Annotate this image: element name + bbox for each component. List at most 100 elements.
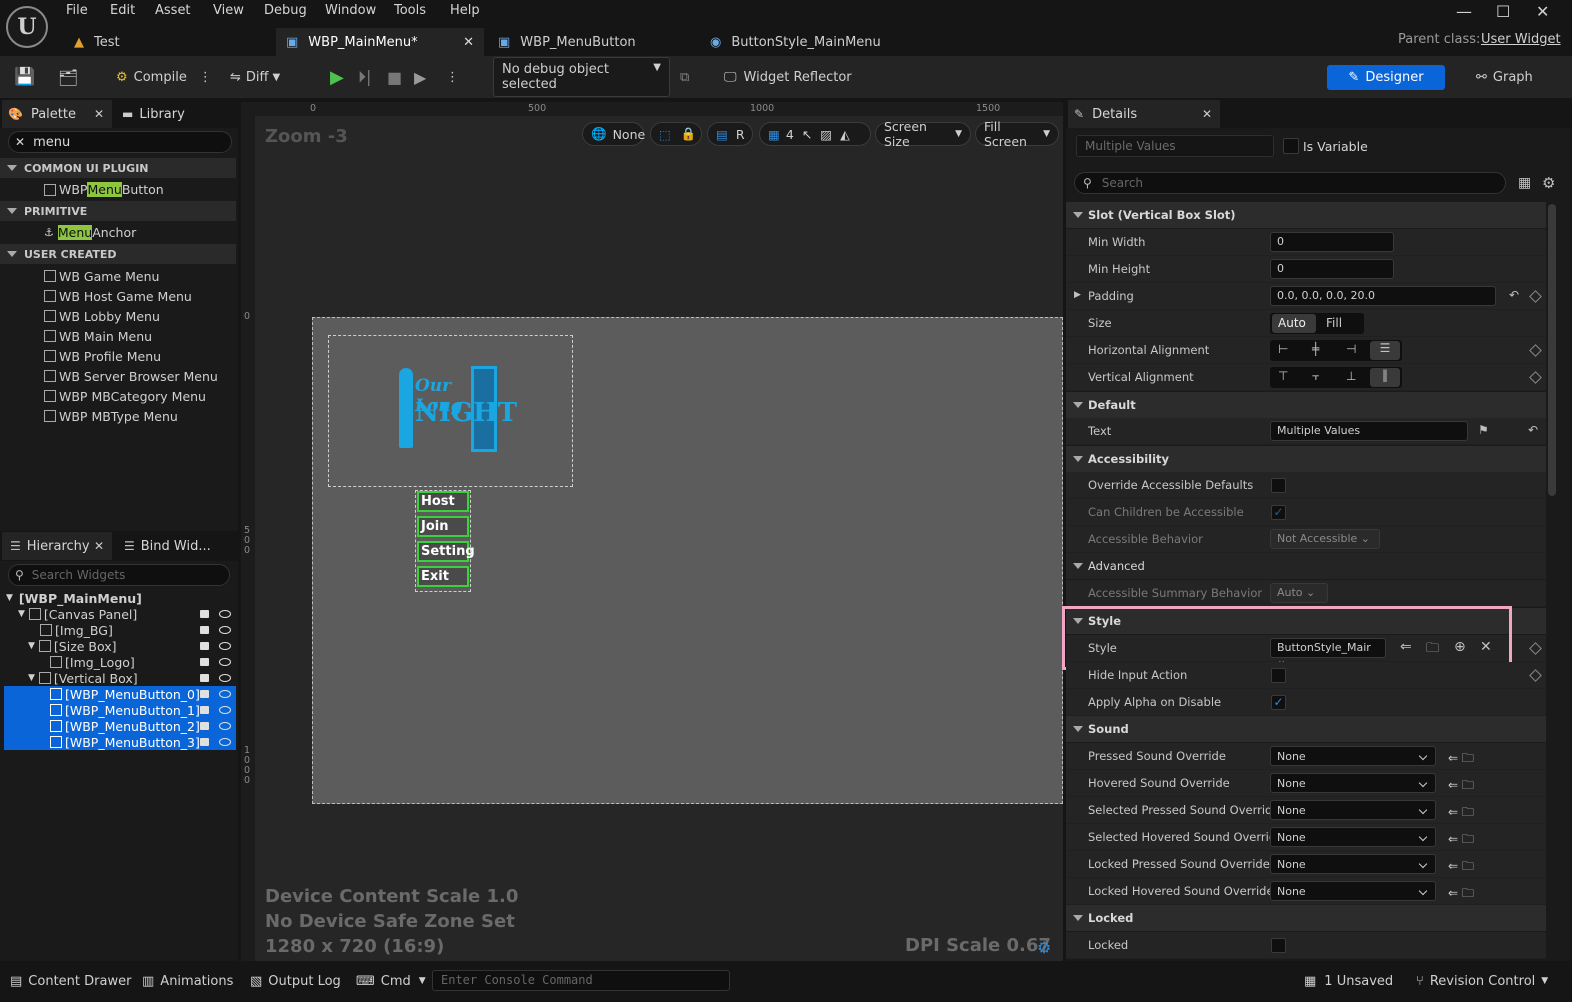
respect-locks-button[interactable]: ▤ R	[707, 122, 753, 146]
tab-palette[interactable]: 🎨 Palette ✕	[2, 100, 112, 128]
browse-icon[interactable]: 🗂	[58, 56, 78, 98]
more-options-icon[interactable]: ⋮	[199, 70, 212, 85]
category-locked[interactable]: Locked	[1066, 905, 1546, 931]
tree-item-vertical-box[interactable]: ▼ [Vertical Box]	[28, 670, 138, 686]
tab-wbp-mainmenu[interactable]: ▣ WBP_MainMenu* ✕	[276, 28, 484, 56]
menu-button-exit[interactable]: Exit	[417, 566, 469, 587]
fill-screen-dropdown[interactable]: Fill Screen ▼	[975, 119, 1059, 149]
align-top-icon[interactable]: ⊤	[1278, 369, 1288, 383]
eye-icon[interactable]	[219, 738, 231, 746]
align-bottom-icon[interactable]: ⊥	[1346, 369, 1356, 383]
debug-filter-icon[interactable]: ⧉	[680, 56, 689, 98]
padding-input[interactable]: 0.0, 0.0, 0.0, 20.0	[1270, 286, 1496, 306]
table-view-icon[interactable]: ▦	[1518, 175, 1531, 191]
palette-item-menu-anchor[interactable]: ⚓ Menu Anchor	[0, 221, 236, 244]
menu-file[interactable]: File	[66, 3, 88, 18]
tree-item-img-logo[interactable]: [Img_Logo]	[50, 654, 135, 670]
sound-dropdown[interactable]: None	[1270, 827, 1436, 847]
eye-icon[interactable]	[219, 674, 231, 682]
sound-asset-actions[interactable]: ⇐ 🗀	[1448, 803, 1474, 824]
tree-item-menubutton-2[interactable]: [WBP_MenuButton_2]	[50, 718, 200, 734]
lock-icon[interactable]	[200, 626, 209, 634]
locale-button[interactable]: 🌐 None	[582, 122, 645, 146]
close-tab-icon[interactable]: ✕	[463, 35, 474, 50]
category-accessibility[interactable]: Accessibility	[1066, 446, 1546, 472]
sound-dropdown[interactable]: None	[1270, 746, 1436, 766]
close-tab-icon[interactable]: ✕	[1202, 107, 1212, 121]
graph-button[interactable]: ⚯ Graph	[1476, 56, 1533, 98]
menu-button-join[interactable]: Join	[417, 516, 469, 537]
debug-object-dropdown[interactable]: No debug object selected ▼	[493, 56, 670, 98]
eye-icon[interactable]	[219, 642, 231, 650]
tree-item-size-box[interactable]: ▼ [Size Box]	[28, 638, 117, 654]
sound-dropdown[interactable]: None	[1270, 773, 1436, 793]
widget-reflector-button[interactable]: 🖵 Widget Reflector	[724, 56, 852, 98]
override-accessible-checkbox[interactable]	[1271, 478, 1286, 493]
step-icon[interactable]: ⏵|	[358, 56, 371, 98]
accessible-behavior-dropdown[interactable]: Not Accessible ⌄	[1270, 529, 1380, 549]
lock-icon[interactable]	[200, 722, 209, 730]
palette-item-wb-host-game-menu[interactable]: WB Host Game Menu	[0, 286, 236, 306]
settings-gear-icon[interactable]: ⚙	[1037, 938, 1051, 957]
palette-search-input[interactable]: ✕ menu	[8, 131, 232, 153]
grid-snap-button[interactable]: ▦ 4 ↖ ▨ ◭	[759, 122, 871, 146]
animations-button[interactable]: ▥ Animations	[142, 969, 233, 993]
details-search-input[interactable]: ⚲ Search	[1074, 172, 1506, 194]
menu-button-setting[interactable]: Setting	[417, 541, 475, 562]
console-command-input[interactable]: Enter Console Command	[432, 970, 730, 991]
category-advanced[interactable]: Advanced	[1066, 553, 1546, 579]
menu-help[interactable]: Help	[450, 3, 480, 18]
min-height-input[interactable]: 0	[1270, 259, 1394, 279]
min-width-input[interactable]: 0	[1270, 232, 1394, 252]
hierarchy-search-input[interactable]: ⚲ Search Widgets	[8, 564, 230, 586]
locked-checkbox[interactable]	[1271, 938, 1286, 953]
is-variable-checkbox[interactable]	[1283, 138, 1299, 154]
eye-icon[interactable]	[219, 626, 231, 634]
align-fill-icon[interactable]: ☰	[1370, 341, 1400, 360]
expand-icon[interactable]: ▶	[1074, 290, 1081, 300]
unreal-logo-icon[interactable]: U	[6, 6, 48, 48]
select-lock-button[interactable]: ⬚ 🔒	[650, 122, 702, 146]
close-window-icon[interactable]: ✕	[1536, 2, 1549, 21]
close-tab-icon[interactable]: ✕	[94, 107, 104, 121]
menu-debug[interactable]: Debug	[264, 3, 307, 18]
sound-dropdown[interactable]: None	[1270, 800, 1436, 820]
clear-search-icon[interactable]: ✕	[15, 135, 25, 149]
menu-asset[interactable]: Asset	[155, 3, 191, 18]
close-tab-icon[interactable]: ✕	[94, 539, 104, 553]
align-left-icon[interactable]: ⊢	[1278, 342, 1288, 356]
eye-icon[interactable]	[219, 610, 231, 618]
keyframe-diamond-icon[interactable]	[1529, 669, 1542, 682]
palette-item-wb-game-menu[interactable]: WB Game Menu	[0, 266, 236, 286]
lock-icon[interactable]	[200, 642, 209, 650]
tree-item-menubutton-1[interactable]: [WBP_MenuButton_1]	[50, 702, 200, 718]
game-logo[interactable]: Our Long NIGHT	[399, 366, 517, 456]
menu-edit[interactable]: Edit	[110, 3, 135, 18]
eye-icon[interactable]	[219, 658, 231, 666]
align-middle-icon[interactable]: ⫟	[1312, 369, 1319, 384]
tab-library[interactable]: ▬ Library	[122, 100, 185, 128]
diff-button[interactable]: ⇋ Diff ▼	[230, 56, 280, 98]
palette-item-wbp-mbtype-menu[interactable]: WBP MBType Menu	[0, 406, 236, 426]
flag-icon[interactable]: ⚑	[1478, 423, 1489, 437]
keyframe-diamond-icon[interactable]	[1529, 642, 1542, 655]
tree-item-root[interactable]: ▼ [WBP_MainMenu]	[6, 590, 142, 606]
summary-behavior-dropdown[interactable]: Auto ⌄	[1270, 583, 1328, 603]
text-input[interactable]: Multiple Values	[1270, 421, 1468, 441]
play-icon[interactable]: ▶	[330, 56, 344, 98]
palette-item-wb-profile-menu[interactable]: WB Profile Menu	[0, 346, 236, 366]
output-log-button[interactable]: ▧ Output Log	[250, 969, 341, 993]
align-fill-vertical-icon[interactable]: ‖	[1370, 368, 1400, 387]
menu-tools[interactable]: Tools	[394, 3, 426, 18]
tab-bind-widgets[interactable]: ☰ Bind Wid...	[124, 532, 211, 560]
tree-item-img-bg[interactable]: [Img_BG]	[40, 622, 113, 638]
eject-icon[interactable]: ▶	[414, 56, 426, 98]
sound-asset-actions[interactable]: ⇐ 🗀	[1448, 857, 1474, 878]
tab-buttonstyle[interactable]: ◉ ButtonStyle_MainMenu	[700, 28, 910, 56]
tree-item-canvas-panel[interactable]: ▼ [Canvas Panel]	[18, 606, 137, 622]
unsaved-button[interactable]: ▦ 1 Unsaved	[1304, 969, 1393, 993]
compile-button[interactable]: ⚙ Compile ⋮	[116, 56, 212, 98]
save-icon[interactable]: 💾	[14, 56, 35, 98]
parent-class-link[interactable]: User Widget	[1481, 32, 1561, 47]
lock-icon[interactable]	[200, 738, 209, 746]
